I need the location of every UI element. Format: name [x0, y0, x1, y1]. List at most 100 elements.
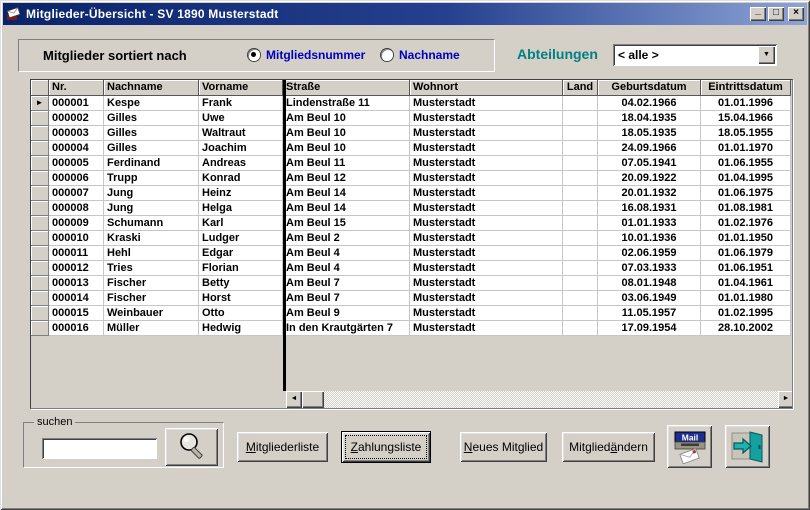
minimize-button[interactable]: _: [750, 5, 766, 21]
cell-geburtsdatum[interactable]: 20.01.1932: [598, 186, 701, 201]
cell-geburtsdatum[interactable]: 04.02.1966: [598, 96, 701, 111]
cell-vorname[interactable]: Helga: [199, 201, 283, 216]
cell-geburtsdatum[interactable]: 08.01.1948: [598, 276, 701, 291]
cell-eintrittsdatum[interactable]: 28.10.2002: [701, 321, 791, 336]
row-selector-cell[interactable]: [31, 291, 49, 306]
scroll-right-icon[interactable]: ►: [778, 391, 792, 408]
column-header-eintrittsdatum[interactable]: Eintrittsdatum: [701, 80, 791, 96]
table-row[interactable]: 000011 Hehl Edgar Am Beul 4 Musterstadt 02.06…: [31, 246, 792, 261]
cell-strasse[interactable]: Am Beul 15: [283, 216, 410, 231]
cell-geburtsdatum[interactable]: 10.01.1936: [598, 231, 701, 246]
cell-nachname[interactable]: Gilles: [104, 141, 199, 156]
row-selector-cell[interactable]: [31, 171, 49, 186]
row-selector-cell[interactable]: [31, 156, 49, 171]
cell-geburtsdatum[interactable]: 07.05.1941: [598, 156, 701, 171]
table-row[interactable]: 000015 Weinbauer Otto Am Beul 9 Musterstadt 1…: [31, 306, 792, 321]
cell-geburtsdatum[interactable]: 01.01.1933: [598, 216, 701, 231]
radio-label-mitgliedsnummer[interactable]: Mitgliedsnummer: [266, 48, 365, 62]
close-button[interactable]: ×: [788, 7, 804, 21]
cell-land[interactable]: [563, 246, 598, 261]
record-pointer-cell[interactable]: ►: [31, 96, 49, 111]
cell-land[interactable]: [563, 306, 598, 321]
cell-wohnort[interactable]: Musterstadt: [410, 96, 563, 111]
table-row[interactable]: 000007 Jung Heinz Am Beul 14 Musterstadt 20.0…: [31, 186, 792, 201]
cell-vorname[interactable]: Betty: [199, 276, 283, 291]
row-selector-cell[interactable]: [31, 321, 49, 336]
cell-geburtsdatum[interactable]: 20.09.1922: [598, 171, 701, 186]
row-selector-cell[interactable]: [31, 111, 49, 126]
cell-eintrittsdatum[interactable]: 01.01.1996: [701, 96, 791, 111]
table-row[interactable]: 000003 Gilles Waltraut Am Beul 10 Musterstad…: [31, 126, 792, 141]
cell-land[interactable]: [563, 156, 598, 171]
cell-vorname[interactable]: Heinz: [199, 186, 283, 201]
cell-vorname[interactable]: Florian: [199, 261, 283, 276]
cell-wohnort[interactable]: Musterstadt: [410, 261, 563, 276]
cell-strasse[interactable]: Am Beul 4: [283, 261, 410, 276]
row-selector-cell[interactable]: [31, 126, 49, 141]
cell-geburtsdatum[interactable]: 24.09.1966: [598, 141, 701, 156]
cell-nachname[interactable]: Ferdinand: [104, 156, 199, 171]
chevron-down-icon[interactable]: ▼: [758, 46, 775, 64]
cell-nachname[interactable]: Hehl: [104, 246, 199, 261]
cell-nachname[interactable]: Müller: [104, 321, 199, 336]
cell-wohnort[interactable]: Musterstadt: [410, 306, 563, 321]
cell-wohnort[interactable]: Musterstadt: [410, 321, 563, 336]
cell-nr[interactable]: 000007: [49, 186, 104, 201]
cell-geburtsdatum[interactable]: 07.03.1933: [598, 261, 701, 276]
cell-strasse[interactable]: Am Beul 14: [283, 186, 410, 201]
cell-strasse[interactable]: Am Beul 10: [283, 141, 410, 156]
table-row[interactable]: 000014 Fischer Horst Am Beul 7 Musterstadt 03…: [31, 291, 792, 306]
cell-nr[interactable]: 000013: [49, 276, 104, 291]
radio-nachname[interactable]: [381, 49, 393, 61]
cell-nr[interactable]: 000015: [49, 306, 104, 321]
cell-land[interactable]: [563, 141, 598, 156]
cell-nr[interactable]: 000006: [49, 171, 104, 186]
cell-land[interactable]: [563, 216, 598, 231]
cell-vorname[interactable]: Horst: [199, 291, 283, 306]
cell-eintrittsdatum[interactable]: 01.06.1979: [701, 246, 791, 261]
cell-nachname[interactable]: Tries: [104, 261, 199, 276]
cell-strasse[interactable]: Am Beul 9: [283, 306, 410, 321]
cell-strasse[interactable]: Lindenstraße 11: [283, 96, 410, 111]
cell-eintrittsdatum[interactable]: 01.06.1975: [701, 186, 791, 201]
cell-wohnort[interactable]: Musterstadt: [410, 231, 563, 246]
cell-wohnort[interactable]: Musterstadt: [410, 246, 563, 261]
cell-nr[interactable]: 000009: [49, 216, 104, 231]
cell-eintrittsdatum[interactable]: 01.04.1961: [701, 276, 791, 291]
cell-strasse[interactable]: Am Beul 2: [283, 231, 410, 246]
cell-land[interactable]: [563, 321, 598, 336]
cell-eintrittsdatum[interactable]: 01.02.1976: [701, 216, 791, 231]
table-row[interactable]: 000012 Tries Florian Am Beul 4 Musterstadt 07…: [31, 261, 792, 276]
cell-land[interactable]: [563, 231, 598, 246]
cell-nachname[interactable]: Fischer: [104, 291, 199, 306]
cell-eintrittsdatum[interactable]: 18.05.1955: [701, 126, 791, 141]
cell-eintrittsdatum[interactable]: 01.01.1970: [701, 141, 791, 156]
table-row[interactable]: 000006 Trupp Konrad Am Beul 12 Musterstadt 20…: [31, 171, 792, 186]
zahlungsliste-button[interactable]: Zahlungsliste: [342, 432, 430, 462]
cell-vorname[interactable]: Edgar: [199, 246, 283, 261]
cell-nachname[interactable]: Kespe: [104, 96, 199, 111]
search-input[interactable]: [42, 438, 157, 459]
cell-vorname[interactable]: Frank: [199, 96, 283, 111]
cell-strasse[interactable]: Am Beul 12: [283, 171, 410, 186]
column-header-land[interactable]: Land: [563, 80, 598, 96]
cell-vorname[interactable]: Andreas: [199, 156, 283, 171]
cell-nachname[interactable]: Trupp: [104, 171, 199, 186]
row-selector-cell[interactable]: [31, 246, 49, 261]
cell-eintrittsdatum[interactable]: 01.01.1950: [701, 231, 791, 246]
cell-nr[interactable]: 000012: [49, 261, 104, 276]
cell-nachname[interactable]: Weinbauer: [104, 306, 199, 321]
cell-wohnort[interactable]: Musterstadt: [410, 111, 563, 126]
cell-geburtsdatum[interactable]: 03.06.1949: [598, 291, 701, 306]
cell-nr[interactable]: 000001: [49, 96, 104, 111]
cell-land[interactable]: [563, 126, 598, 141]
scroll-left-icon[interactable]: ◄: [286, 391, 302, 408]
table-row[interactable]: 000009 Schumann Karl Am Beul 15 Musterstadt 0…: [31, 216, 792, 231]
cell-vorname[interactable]: Ludger: [199, 231, 283, 246]
cell-eintrittsdatum[interactable]: 01.04.1995: [701, 171, 791, 186]
radio-label-nachname[interactable]: Nachname: [399, 48, 460, 62]
abteilungen-dropdown[interactable]: < alle > ▼: [613, 44, 777, 66]
cell-wohnort[interactable]: Musterstadt: [410, 156, 563, 171]
cell-eintrittsdatum[interactable]: 01.06.1955: [701, 156, 791, 171]
column-header-selector[interactable]: [31, 80, 49, 96]
